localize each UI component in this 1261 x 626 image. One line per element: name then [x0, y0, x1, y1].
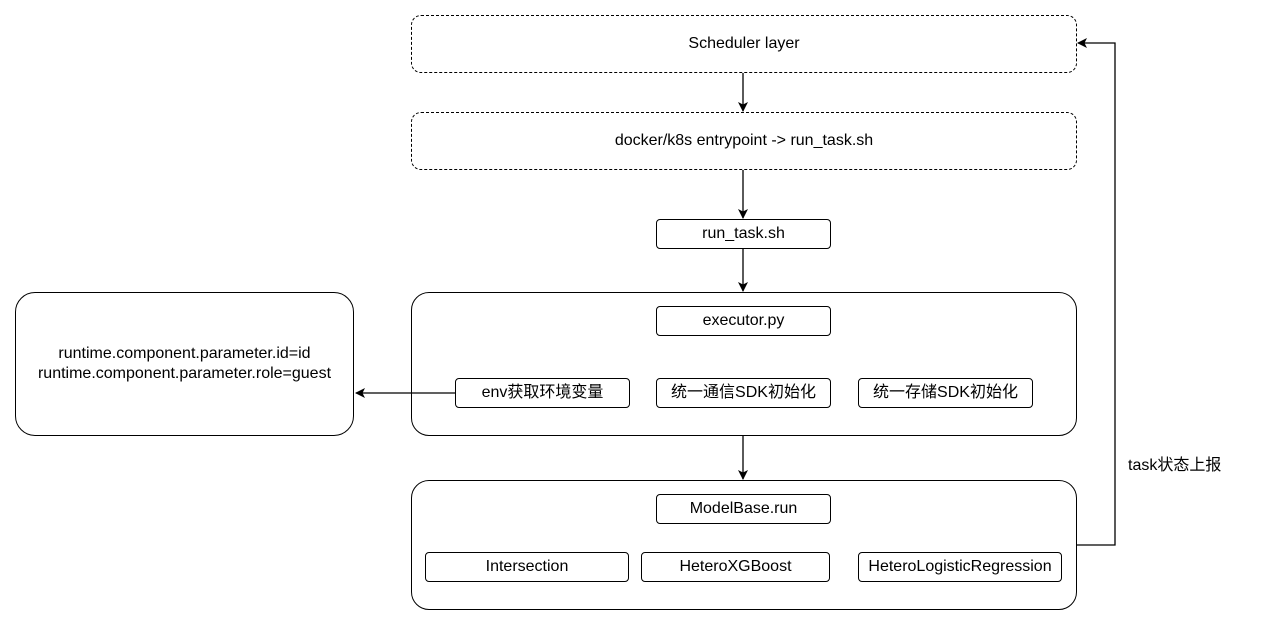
intersection-label: Intersection	[485, 558, 569, 575]
hetero-xgboost-component: HeteroXGBoost	[641, 552, 830, 582]
task-status-report-label: task状态上报	[1128, 457, 1222, 474]
modelbase-title-node: ModelBase.run	[656, 494, 831, 524]
hetero-lr-component: HeteroLogisticRegression	[858, 552, 1062, 582]
comm-sdk-init-step-label: 统一通信SDK初始化	[671, 384, 816, 401]
run-task-node: run_task.sh	[656, 219, 831, 249]
modelbase-title-label: ModelBase.run	[689, 500, 798, 517]
scheduler-layer-node: Scheduler layer	[411, 15, 1077, 73]
arrow-feedback-to-scheduler	[1077, 38, 1116, 546]
run-task-label: run_task.sh	[702, 225, 785, 242]
storage-sdk-init-step: 统一存储SDK初始化	[858, 378, 1033, 408]
hetero-xgboost-label: HeteroXGBoost	[679, 558, 792, 575]
env-vars-step-label: env获取环境变量	[481, 384, 604, 401]
executor-title-label: executor.py	[702, 312, 785, 329]
env-param-id: runtime.component.parameter.id=id	[58, 345, 311, 362]
entrypoint-node: docker/k8s entrypoint -> run_task.sh	[411, 112, 1077, 170]
env-param-role: runtime.component.parameter.role=guest	[37, 365, 332, 382]
scheduler-layer-label: Scheduler layer	[688, 35, 800, 52]
entrypoint-label: docker/k8s entrypoint -> run_task.sh	[614, 132, 874, 149]
executor-title-node: executor.py	[656, 306, 831, 336]
env-params-node: runtime.component.parameter.id=id runtim…	[15, 292, 354, 436]
hetero-lr-label: HeteroLogisticRegression	[868, 558, 1052, 575]
intersection-component: Intersection	[425, 552, 629, 582]
comm-sdk-init-step: 统一通信SDK初始化	[656, 378, 831, 408]
env-vars-step: env获取环境变量	[455, 378, 630, 408]
storage-sdk-init-step-label: 统一存储SDK初始化	[873, 384, 1018, 401]
